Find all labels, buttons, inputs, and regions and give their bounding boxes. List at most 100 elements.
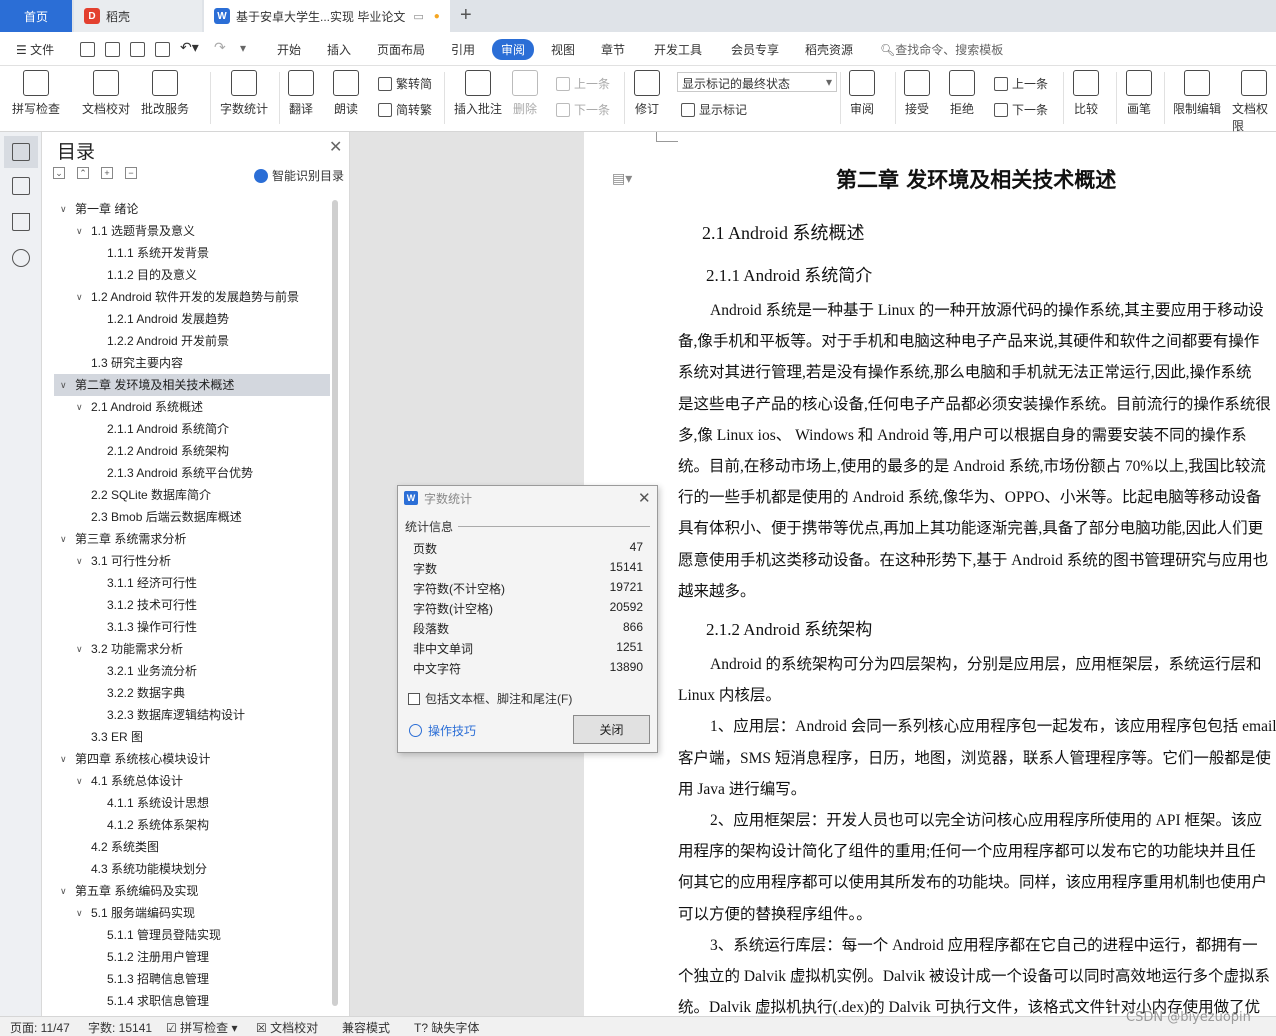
show-markup-button[interactable]: 显示标记	[681, 101, 747, 118]
dialog-titlebar[interactable]: W 字数统计	[398, 486, 657, 510]
translate-button[interactable]: 翻译	[288, 70, 314, 117]
read-aloud-button[interactable]: 朗读	[333, 70, 359, 117]
accept-button[interactable]: 接受	[904, 70, 930, 117]
document-page[interactable]: ▤▾ 第二章 发环境及相关技术概述 2.1 Android 系统概述 2.1.1…	[584, 132, 1276, 1016]
chevron-down-icon[interactable]: ∨	[76, 286, 83, 308]
toc-item[interactable]: 1.2.1 Android 发展趋势	[54, 308, 330, 330]
export-pdf-icon[interactable]	[105, 42, 120, 57]
toc-item[interactable]: ∨ 4.1 系统总体设计	[54, 770, 330, 792]
chevron-down-icon[interactable]: ∨	[76, 638, 83, 660]
expand-all-icon[interactable]: ⌃	[77, 167, 89, 179]
toc-item[interactable]: ∨ 5.1 服务端编码实现	[54, 902, 330, 924]
print-preview-icon[interactable]	[155, 42, 170, 57]
chevron-down-icon[interactable]: ∨	[76, 220, 83, 242]
chevron-down-icon[interactable]: ∨	[76, 396, 83, 418]
menu-member[interactable]: 会员专享	[731, 41, 779, 58]
tips-link[interactable]: 操作技巧	[409, 722, 476, 739]
print-icon[interactable]	[130, 42, 145, 57]
toc-item[interactable]: 2.1.2 Android 系统架构	[54, 440, 330, 462]
file-menu[interactable]: ☰ 文件	[16, 41, 54, 58]
tab-home[interactable]: 首页	[0, 0, 72, 32]
toc-item[interactable]: 5.1.2 注册用户管理	[54, 946, 330, 968]
next-comment-button[interactable]: 下一条	[556, 101, 610, 118]
toc-item[interactable]: 2.1.3 Android 系统平台优势	[54, 462, 330, 484]
toc-item[interactable]: ∨ 2.1 Android 系统概述	[54, 396, 330, 418]
toc-item[interactable]: ∨ 第二章 发环境及相关技术概述	[54, 374, 330, 396]
toc-item[interactable]: 5.1.1 管理员登陆实现	[54, 924, 330, 946]
menu-reference[interactable]: 引用	[451, 41, 475, 58]
quick-access-more-icon[interactable]: ▾	[240, 41, 246, 55]
toc-item[interactable]: 3.1.2 技术可行性	[54, 594, 330, 616]
toc-item[interactable]: ∨ 第一章 绪论	[54, 198, 330, 220]
toc-item[interactable]: 2.1.1 Android 系统简介	[54, 418, 330, 440]
toc-item[interactable]: 1.3 研究主要内容	[54, 352, 330, 374]
command-search[interactable]: 🔍︎查找命令、搜索模板	[880, 41, 1003, 58]
smart-toc-button[interactable]: 智能识别目录	[254, 167, 344, 184]
trad-to-simp-button[interactable]: 繁转简	[378, 75, 432, 92]
chevron-down-icon[interactable]: ∨	[60, 748, 67, 770]
revise-button[interactable]: 修订	[634, 70, 660, 117]
toc-item[interactable]: ∨ 3.1 可行性分析	[54, 550, 330, 572]
remove-heading-icon[interactable]: −	[125, 167, 137, 179]
redo-icon[interactable]: ↷	[214, 39, 226, 56]
toc-scrollbar[interactable]	[332, 200, 338, 1006]
markup-state-dropdown[interactable]: 显示标记的最终状态 ▾	[677, 72, 837, 92]
tab-daoke[interactable]: D 稻壳	[74, 0, 202, 32]
doc-check-button[interactable]: 文档校对	[82, 70, 130, 117]
add-heading-icon[interactable]: +	[101, 167, 113, 179]
menu-insert[interactable]: 插入	[327, 41, 351, 58]
chevron-down-icon[interactable]: ∨	[76, 902, 83, 924]
chevron-down-icon[interactable]: ∨	[60, 880, 67, 902]
restrict-edit-button[interactable]: 限制编辑	[1173, 70, 1221, 117]
menu-view[interactable]: 视图	[551, 41, 575, 58]
chevron-down-icon[interactable]: ∨	[60, 528, 67, 550]
insert-comment-button[interactable]: 插入批注	[454, 70, 502, 117]
close-icon[interactable]: ✕	[638, 489, 651, 507]
reject-button[interactable]: 拒绝	[949, 70, 975, 117]
close-button[interactable]: 关闭	[573, 715, 650, 744]
page-indicator[interactable]: 页面: 11/47	[10, 1019, 70, 1036]
tab-document[interactable]: W 基于安卓大学生...实现 毕业论文 ▭ ●	[204, 0, 450, 32]
close-icon[interactable]: ✕	[329, 137, 342, 157]
toc-item[interactable]: ∨ 3.2 功能需求分析	[54, 638, 330, 660]
toc-icon[interactable]	[12, 143, 30, 161]
save-icon[interactable]	[80, 42, 95, 57]
menu-layout[interactable]: 页面布局	[377, 41, 425, 58]
toc-item[interactable]: ∨ 第四章 系统核心模块设计	[54, 748, 330, 770]
toc-item[interactable]: 3.2.3 数据库逻辑结构设计	[54, 704, 330, 726]
toc-item[interactable]: 3.1.3 操作可行性	[54, 616, 330, 638]
toc-item[interactable]: ∨ 第五章 系统编码及实现	[54, 880, 330, 902]
delete-comment-button[interactable]: 删除	[512, 70, 538, 117]
toc-item[interactable]: 2.3 Bmob 后端云数据库概述	[54, 506, 330, 528]
monitor-icon[interactable]: ▭	[413, 10, 423, 23]
menu-daoke-resource[interactable]: 稻壳资源	[805, 41, 853, 58]
collapse-all-icon[interactable]: ⌄	[53, 167, 65, 179]
next-change-button[interactable]: 下一条	[994, 101, 1048, 118]
toc-item[interactable]: 2.2 SQLite 数据库简介	[54, 484, 330, 506]
toc-item[interactable]: ∨ 第三章 系统需求分析	[54, 528, 330, 550]
include-textbox-checkbox[interactable]: 包括文本框、脚注和尾注(F)	[408, 690, 572, 707]
prev-change-button[interactable]: 上一条	[994, 75, 1048, 92]
toc-item[interactable]: 3.1.1 经济可行性	[54, 572, 330, 594]
review-pane-button[interactable]: 审阅	[849, 70, 875, 117]
toc-item[interactable]: 3.2.2 数据字典	[54, 682, 330, 704]
new-tab-plus-icon[interactable]: +	[460, 4, 472, 27]
toc-item[interactable]: 5.1.4 求职信息管理	[54, 990, 330, 1012]
compare-button[interactable]: 比较	[1073, 70, 1099, 117]
menu-review[interactable]: 审阅	[492, 39, 535, 60]
toc-item[interactable]: 4.2 系统类图	[54, 836, 330, 858]
search-icon[interactable]	[12, 249, 30, 267]
word-count-indicator[interactable]: 字数: 15141	[88, 1019, 152, 1036]
doc-check-status[interactable]: ☒ 文档校对	[256, 1019, 318, 1036]
menu-start[interactable]: 开始	[277, 41, 301, 58]
undo-icon[interactable]: ↶▾	[180, 39, 199, 56]
prev-comment-button[interactable]: 上一条	[556, 75, 610, 92]
batch-service-button[interactable]: 批改服务	[141, 70, 189, 117]
spell-check-status[interactable]: ☑ 拼写检查 ▾	[166, 1019, 237, 1036]
toc-item[interactable]: ∨ 1.2 Android 软件开发的发展趋势与前景	[54, 286, 330, 308]
page-options-icon[interactable]: ▤▾	[612, 170, 632, 187]
chapter-nav-icon[interactable]	[12, 177, 30, 195]
toc-item[interactable]: 5.1.3 招聘信息管理	[54, 968, 330, 990]
pen-button[interactable]: 画笔	[1126, 70, 1152, 117]
toc-item[interactable]: ∨ 1.1 选题背景及意义	[54, 220, 330, 242]
